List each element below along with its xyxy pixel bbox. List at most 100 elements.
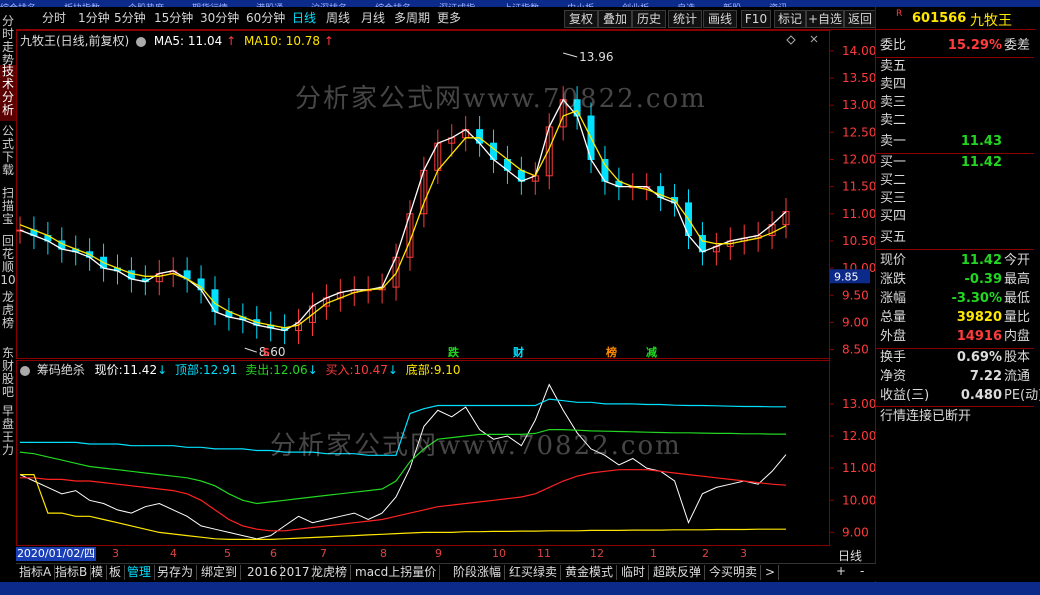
sub-y-tick-label: 13.00 [842,397,875,411]
left-nav-item[interactable]: 回花顺10 [0,235,16,287]
zhangfu-row: 涨幅 -3.30% 最低 [876,290,1036,308]
sub-y-tick-label: 12.00 [842,429,875,443]
sub-y-tick-label: 9.00 [842,525,869,539]
toolbar-button[interactable]: 返回 [844,10,876,28]
indicator-tab[interactable]: macd上拐量价 [352,565,441,580]
left-nav-item[interactable]: 龙虎榜 [0,291,16,343]
sell3-label: 卖三 [880,95,907,110]
ma5-up-arrow-icon: ↑ [226,34,237,48]
close-icon[interactable] [810,35,818,43]
ma10-line [19,109,787,329]
signal-mark: 财 [512,345,524,359]
waipan-label: 外盘 [880,329,907,344]
ma10-label: MA10: [244,34,282,48]
high-annotation-line [563,52,578,58]
huanshou-row: 换手 0.69% 股本 [876,349,1036,367]
left-nav-item[interactable]: 早盘王力 [0,405,16,461]
left-nav-item[interactable]: 扫描宝 [0,187,16,231]
liangbi-label: 量比 [1004,310,1031,325]
zuigao-label: 最高 [1004,272,1031,287]
toolbar-button[interactable]: +自选 [806,10,844,28]
period-tab[interactable]: 15分钟 [154,10,193,26]
cur-label: 现价: [94,363,123,377]
weibi-row: 委比 15.29% 委差 [876,37,1036,55]
top-quote-strip: 综合排名板块指数个股热度期货行情港股通沪深排名综合排名深证成指上证指数中小板创业… [0,0,1040,7]
watermark-text: 分析家公式网www.70822.com [295,84,707,114]
toolbar-button[interactable]: 复权 [564,10,598,28]
indicator-tab[interactable]: 模 [88,565,108,580]
y-tick-label: 9.50 [842,288,869,302]
indicator-tab[interactable]: 管理 [124,565,156,580]
toolbar-button[interactable]: 历史 [632,10,666,28]
period-tab[interactable]: 分时 [42,10,66,26]
y-tick-label: 11.00 [842,207,875,221]
sell2-row: 卖二 [876,112,1036,130]
left-nav: 分时走势 技术分析公式下载扫描宝回花顺10 龙虎榜东财股吧早盘王力 [0,7,16,477]
period-tab[interactable]: 更多 [437,10,461,26]
indicator-tab[interactable]: 红买绿卖 [506,565,562,580]
period-tab[interactable]: 月线 [361,10,385,26]
indicator-tab[interactable]: 阶段涨幅 [450,565,506,580]
settings-icon[interactable] [136,36,147,47]
left-nav-item[interactable]: 东财股吧 [0,347,16,401]
toolbar-button[interactable]: 标记 [774,10,806,28]
period-tab[interactable]: 日线 [292,10,316,26]
x-tick-label: 5 [224,547,231,560]
y-tick-label: 13.50 [842,71,875,85]
zongliang-value: 39820 [956,310,1002,325]
high-annotation: 13.96 [579,50,613,64]
buy5-label: 买五 [880,230,907,245]
remove-tab-button[interactable]: - [860,564,864,578]
period-tab[interactable]: 多周期 [394,10,430,26]
indicator-tab[interactable]: 超跌反弹 [650,565,706,580]
toolbar-button[interactable]: 叠加 [598,10,632,28]
buy3-label: 买三 [880,191,907,206]
toolbar-button[interactable]: F10 [741,10,771,28]
add-tab-button[interactable]: + [836,564,846,578]
sell5-label: 卖五 [880,59,907,74]
indicator-tab[interactable]: 另存为 [154,565,198,580]
indicator-tab[interactable]: 黄金模式 [562,565,618,580]
buy3-row: 买三 [876,190,1036,208]
indicator-tab[interactable]: > [762,565,780,580]
ma5-label: MA5: [153,34,185,48]
period-tab[interactable]: 60分钟 [246,10,285,26]
x-tick-label: 11 [537,547,551,560]
indicator-tab[interactable]: 绑定到 [198,565,242,580]
main-chart-legend: 九牧王(日线,前复权) MA5: 11.04 ↑ MA10: 10.78 ↑ [20,32,334,48]
period-tab[interactable]: 5分钟 [114,10,146,26]
sub-chart-legend: 筹码绝杀 现价:11.42↓ 顶部:12.91 卖出:12.06↓ 买入:10.… [20,361,461,377]
y-tick-label: 11.50 [842,180,875,194]
toolbar-button[interactable]: 画线 [703,10,737,28]
bottom-value: 9.10 [433,363,461,377]
indicator-tab[interactable]: 龙虎榜 [308,565,352,580]
period-tab[interactable]: 30分钟 [200,10,239,26]
jingzi-label: 净资 [880,369,907,384]
left-nav-item[interactable]: 公式下载 [0,125,16,181]
cur-value: 11.42 [122,363,158,377]
left-nav-item[interactable]: 分时走势 [0,15,16,67]
indicator-tab[interactable]: 今买明卖 [706,565,762,580]
buy1-label: 买一 [880,155,907,170]
indicator-tab[interactable]: 板 [106,565,126,580]
buy2-label: 买二 [880,173,907,188]
y-tick-label: 10.50 [842,234,875,248]
period-label[interactable]: 日线 [838,547,862,564]
left-nav-item[interactable]: 技术分析 [0,65,16,121]
indicator-tab[interactable]: 临时 [618,565,650,580]
diamond-icon[interactable] [786,35,796,45]
indicator-tab[interactable]: 指标A [16,565,56,580]
period-tab[interactable]: 周线 [326,10,350,26]
indicator-tab[interactable]: 指标B [52,565,92,580]
weibi-value: 15.29% [947,38,1002,53]
period-tab[interactable]: 1分钟 [78,10,110,26]
settings-icon[interactable] [20,365,30,376]
buy-value: 10.47 [353,363,388,377]
x-tick-label: 1 [650,547,657,560]
price-tag-text: 9.85 [834,270,859,283]
ma10-value: 10.78 [285,34,321,48]
zhangfu-value: -3.30% [951,291,1003,306]
toolbar-button[interactable]: 统计 [668,10,702,28]
start-date-label: 2020/01/02/四 [16,547,96,561]
waipan-row: 外盘 14916 内盘 [876,328,1036,346]
